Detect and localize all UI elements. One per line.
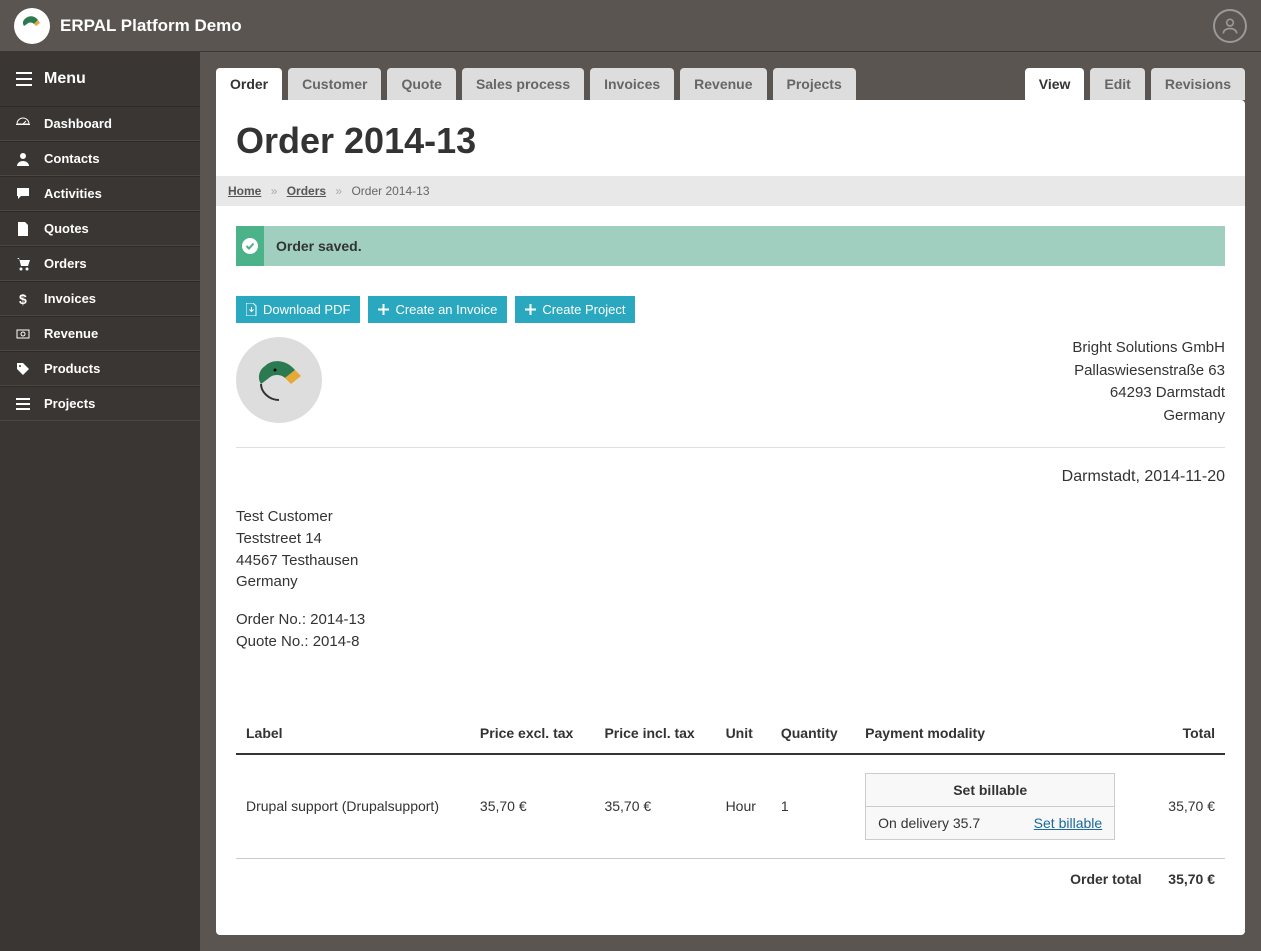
order-total-row: Order total 35,70 €	[236, 858, 1225, 905]
divider	[236, 447, 1225, 448]
cart-icon	[16, 257, 32, 271]
create-project-button[interactable]: Create Project	[515, 296, 635, 323]
create-invoice-button[interactable]: Create an Invoice	[368, 296, 507, 323]
money-icon	[16, 327, 32, 341]
breadcrumb-current: Order 2014-13	[351, 184, 429, 198]
cell-qty: 1	[771, 754, 855, 859]
user-icon	[16, 152, 32, 166]
sidebar-item-invoices[interactable]: $ Invoices	[0, 281, 200, 316]
col-price-excl: Price excl. tax	[470, 713, 595, 754]
payment-modality-box: Set billableOn delivery 35.7Set billable	[865, 773, 1115, 840]
plus-icon	[378, 304, 389, 315]
cell-price-incl: 35,70 €	[594, 754, 715, 859]
menu-toggle[interactable]: Menu	[0, 52, 200, 106]
sidebar-item-label: Revenue	[44, 326, 98, 341]
table-row: Drupal support (Drupalsupport)35,70 €35,…	[236, 754, 1225, 859]
cell-payment: Set billableOn delivery 35.7Set billable	[855, 754, 1152, 859]
tab-customer[interactable]: Customer	[288, 68, 381, 100]
file-icon	[246, 303, 257, 316]
hamburger-icon	[16, 72, 32, 86]
sidebar-item-products[interactable]: Products	[0, 351, 200, 386]
col-payment: Payment modality	[855, 713, 1152, 754]
sidebar-item-label: Dashboard	[44, 116, 112, 131]
sidebar-item-activities[interactable]: Activities	[0, 176, 200, 211]
sidebar-item-quotes[interactable]: Quotes	[0, 211, 200, 246]
plus-icon	[525, 304, 536, 315]
sidebar-item-label: Projects	[44, 396, 95, 411]
tab-projects[interactable]: Projects	[773, 68, 856, 100]
download-pdf-button[interactable]: Download PDF	[236, 296, 360, 323]
list-icon	[16, 397, 32, 411]
sidebar-item-label: Quotes	[44, 221, 89, 236]
sidebar-item-label: Activities	[44, 186, 102, 201]
cell-label: Drupal support (Drupalsupport)	[236, 754, 470, 859]
col-total: Total	[1152, 713, 1225, 754]
menu-label: Menu	[44, 70, 86, 88]
col-unit: Unit	[716, 713, 771, 754]
logo-wrap[interactable]: ERPAL Platform Demo	[14, 8, 242, 44]
sidebar-item-orders[interactable]: Orders	[0, 246, 200, 281]
status-text: Order saved.	[276, 238, 362, 254]
cell-unit: Hour	[716, 754, 771, 859]
svg-text:$: $	[19, 292, 27, 306]
sidebar-item-revenue[interactable]: Revenue	[0, 316, 200, 351]
tag-icon	[16, 362, 32, 376]
sidebar: Menu Dashboard Contacts Activities Quotes Or…	[0, 52, 200, 951]
tab-revisions[interactable]: Revisions	[1151, 68, 1245, 100]
tab-sales-process[interactable]: Sales process	[462, 68, 584, 100]
breadcrumb: Home » Orders » Order 2014-13	[216, 176, 1245, 206]
order-date: Darmstadt, 2014-11-20	[236, 468, 1225, 486]
tab-order[interactable]: Order	[216, 68, 282, 100]
tab-quote[interactable]: Quote	[387, 68, 455, 100]
customer-address: Test Customer Teststreet 14 44567 Testha…	[236, 506, 1225, 593]
tabs-row: OrderCustomerQuoteSales processInvoicesR…	[216, 68, 1245, 100]
sidebar-item-label: Contacts	[44, 151, 100, 166]
sidebar-item-label: Orders	[44, 256, 87, 271]
cell-price-excl: 35,70 €	[470, 754, 595, 859]
file-icon	[16, 222, 32, 236]
site-title: ERPAL Platform Demo	[60, 16, 242, 36]
breadcrumb-orders[interactable]: Orders	[287, 184, 326, 198]
logo-icon	[14, 8, 50, 44]
sidebar-item-label: Products	[44, 361, 100, 376]
check-circle-icon	[242, 238, 258, 254]
table-header-row: Label Price excl. tax Price incl. tax Un…	[236, 713, 1225, 754]
sidebar-item-label: Invoices	[44, 291, 96, 306]
order-total-value: 35,70 €	[1152, 858, 1225, 905]
pm-desc: On delivery 35.7	[878, 815, 1034, 831]
topbar: ERPAL Platform Demo	[0, 0, 1261, 52]
user-avatar-icon[interactable]	[1213, 9, 1247, 43]
tab-view[interactable]: View	[1025, 68, 1085, 100]
pm-head: Set billable	[866, 774, 1114, 807]
order-total-label: Order total	[855, 858, 1152, 905]
sidebar-item-dashboard[interactable]: Dashboard	[0, 106, 200, 141]
cell-total: 35,70 €	[1152, 754, 1225, 859]
status-message: Order saved.	[236, 226, 1225, 266]
vendor-address: Bright Solutions GmbH Pallaswiesenstraße…	[1072, 337, 1225, 427]
tab-edit[interactable]: Edit	[1090, 68, 1144, 100]
order-meta: Order No.: 2014-13 Quote No.: 2014-8	[236, 609, 1225, 653]
action-buttons: Download PDF Create an Invoice Create Pr…	[236, 296, 1225, 323]
col-price-incl: Price incl. tax	[594, 713, 715, 754]
line-items-table: Label Price excl. tax Price incl. tax Un…	[236, 713, 1225, 905]
page-title: Order 2014-13	[236, 120, 1225, 162]
tab-invoices[interactable]: Invoices	[590, 68, 674, 100]
col-label: Label	[236, 713, 470, 754]
col-qty: Quantity	[771, 713, 855, 754]
tab-revenue[interactable]: Revenue	[680, 68, 766, 100]
set-billable-link[interactable]: Set billable	[1034, 815, 1103, 831]
main-panel: Order 2014-13 Home » Orders » Order 2014…	[216, 100, 1245, 935]
company-logo-icon	[236, 337, 322, 423]
dollar-icon: $	[16, 292, 32, 306]
sidebar-item-projects[interactable]: Projects	[0, 386, 200, 421]
dashboard-icon	[16, 117, 32, 131]
sidebar-menu: Dashboard Contacts Activities Quotes Orders $…	[0, 106, 200, 421]
comment-icon	[16, 187, 32, 201]
sidebar-item-contacts[interactable]: Contacts	[0, 141, 200, 176]
breadcrumb-home[interactable]: Home	[228, 184, 261, 198]
